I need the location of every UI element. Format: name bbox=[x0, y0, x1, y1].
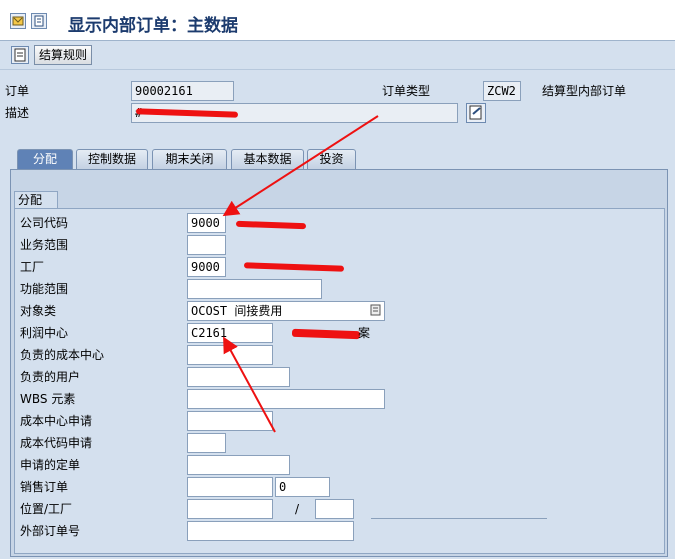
annotation-arrow-company-code bbox=[222, 115, 379, 217]
annotation-arrows bbox=[222, 115, 379, 433]
annotation-arrow-profit-center bbox=[223, 336, 276, 433]
